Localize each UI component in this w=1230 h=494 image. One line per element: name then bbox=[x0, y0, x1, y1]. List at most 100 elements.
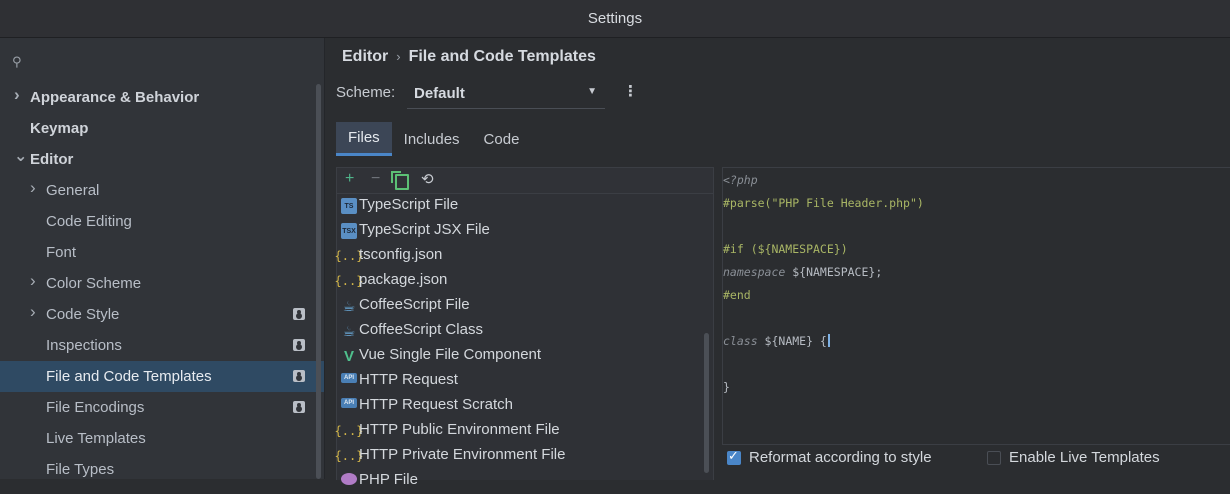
list-item-label: CoffeeScript File bbox=[359, 296, 470, 313]
list-item-label: TypeScript File bbox=[359, 196, 459, 213]
list-item-label: HTTP Request Scratch bbox=[359, 396, 513, 413]
list-item-label: HTTP Request bbox=[359, 371, 458, 388]
list-item[interactable]: {..} tsconfig.json bbox=[335, 244, 707, 269]
http-request-scratch-icon: API bbox=[341, 398, 357, 408]
sidebar-item-label: Editor bbox=[30, 151, 74, 168]
tab-files[interactable]: Files bbox=[336, 122, 392, 156]
sidebar-item-file-encodings[interactable]: File Encodings bbox=[0, 392, 324, 423]
sidebar-item-label: Code Editing bbox=[46, 213, 132, 230]
chevron-down-icon[interactable]: ⌄ bbox=[14, 146, 27, 166]
code-token: class bbox=[723, 334, 758, 348]
code-token: "PHP File Header.php" bbox=[771, 196, 917, 210]
typescript-jsx-file-icon: TSX bbox=[341, 223, 357, 239]
sidebar-item-file-types[interactable]: File Types bbox=[0, 454, 324, 485]
list-item[interactable]: {..} package.json bbox=[335, 269, 707, 294]
vue-file-icon: V bbox=[343, 347, 354, 365]
code-token: } bbox=[723, 380, 730, 394]
title-bar: Settings bbox=[0, 0, 1230, 38]
list-item[interactable]: ☕ CoffeeScript File bbox=[337, 294, 707, 319]
scheme-label: Scheme: bbox=[336, 84, 396, 101]
sidebar-item-keymap[interactable]: Keymap bbox=[0, 113, 324, 144]
copy-icon[interactable] bbox=[391, 171, 409, 190]
sidebar-item-appearance-behavior[interactable]: › Appearance & Behavior bbox=[0, 82, 324, 113]
sidebar-item-label: Appearance & Behavior bbox=[30, 89, 200, 106]
add-icon[interactable]: + bbox=[345, 170, 354, 188]
chevron-right-icon[interactable]: › bbox=[30, 302, 36, 322]
sidebar-item-code-style[interactable]: › Code Style bbox=[0, 299, 324, 330]
sidebar-item-file-and-code-templates[interactable]: File and Code Templates bbox=[0, 361, 324, 392]
sidebar-item-label: File and Code Templates bbox=[46, 368, 212, 385]
sidebar-item-inspections[interactable]: Inspections bbox=[0, 330, 324, 361]
list-item[interactable]: V Vue Single File Component bbox=[337, 344, 707, 369]
sidebar-item-live-templates[interactable]: Live Templates bbox=[0, 423, 324, 454]
list-scrollbar[interactable] bbox=[704, 333, 709, 473]
list-item[interactable]: TS TypeScript File bbox=[337, 194, 707, 219]
project-icon bbox=[293, 370, 305, 382]
tab-code[interactable]: Code bbox=[472, 122, 532, 156]
chevron-right-icon[interactable]: › bbox=[14, 85, 20, 105]
list-item-label: Vue Single File Component bbox=[359, 346, 542, 363]
remove-icon[interactable]: − bbox=[371, 170, 380, 188]
typescript-file-icon: TS bbox=[341, 198, 357, 214]
breadcrumb-separator-icon: › bbox=[396, 49, 401, 64]
sidebar-item-editor[interactable]: ⌄ Editor bbox=[0, 144, 324, 175]
sidebar-item-color-scheme[interactable]: › Color Scheme bbox=[0, 268, 324, 299]
list-item[interactable]: API HTTP Request Scratch bbox=[337, 394, 707, 419]
sidebar-item-label: Keymap bbox=[30, 120, 89, 137]
kebab-menu-icon[interactable]: ⋮ bbox=[623, 82, 638, 100]
list-item[interactable]: {..} HTTP Private Environment File bbox=[334, 444, 707, 469]
sidebar-item-label: File Encodings bbox=[46, 399, 145, 416]
sidebar-item-font[interactable]: Font bbox=[0, 237, 324, 268]
list-item-label: package.json bbox=[359, 271, 448, 288]
code-token: #if (${NAMESPACE}) bbox=[723, 242, 848, 256]
reformat-label: Reformat according to style bbox=[749, 449, 932, 466]
scheme-dropdown[interactable]: Default ▼ bbox=[407, 78, 605, 109]
list-item-label: HTTP Private Environment File bbox=[359, 446, 566, 463]
settings-search-input[interactable]: ⚲ bbox=[0, 38, 324, 80]
http-request-icon: API bbox=[341, 373, 357, 383]
list-item[interactable]: TSX TypeScript JSX File bbox=[337, 219, 707, 244]
sidebar-scrollbar[interactable] bbox=[316, 84, 321, 479]
list-item[interactable]: API HTTP Request bbox=[337, 369, 707, 394]
tab-includes[interactable]: Includes bbox=[392, 122, 472, 156]
main-panel: Editor › File and Code Templates Scheme: D… bbox=[325, 38, 1230, 488]
code-line: class ${NAME} { bbox=[723, 334, 830, 348]
reset-icon[interactable]: ⟲ bbox=[421, 170, 434, 188]
code-line: } bbox=[723, 380, 730, 394]
code-token: #parse( bbox=[723, 196, 772, 210]
chevron-down-icon: ▼ bbox=[587, 86, 597, 97]
json-file-icon: {..} bbox=[334, 449, 364, 463]
list-item-label: PHP File bbox=[359, 471, 418, 488]
checkbox-live-templates[interactable] bbox=[987, 451, 1001, 465]
text-caret bbox=[827, 334, 830, 347]
live-templates-label: Enable Live Templates bbox=[1009, 449, 1160, 466]
sidebar-item-code-editing[interactable]: Code Editing bbox=[0, 206, 324, 237]
code-token: namespace bbox=[723, 265, 786, 279]
settings-sidebar: ⚲ › Appearance & Behavior Keymap ⌄ Editor › Ge… bbox=[0, 38, 325, 479]
list-item[interactable]: ☕ CoffeeScript Class bbox=[337, 319, 707, 344]
list-item-label: tsconfig.json bbox=[359, 246, 443, 263]
list-item-label: TypeScript JSX File bbox=[359, 221, 490, 238]
code-line: #parse("PHP File Header.php") bbox=[723, 196, 924, 210]
list-toolbar: + − ⟲ bbox=[337, 168, 713, 194]
list-item[interactable]: PHP File bbox=[337, 469, 707, 494]
breadcrumb-parent[interactable]: Editor bbox=[342, 48, 388, 65]
project-icon bbox=[293, 339, 305, 351]
template-tabs: Files Includes Code bbox=[336, 122, 531, 156]
sidebar-item-general[interactable]: › General bbox=[0, 175, 324, 206]
breadcrumb-current: File and Code Templates bbox=[408, 48, 596, 65]
project-icon bbox=[293, 308, 305, 320]
sidebar-item-label: Code Style bbox=[46, 306, 120, 323]
chevron-right-icon[interactable]: › bbox=[30, 178, 36, 198]
code-token: ) bbox=[916, 196, 924, 210]
search-icon: ⚲ bbox=[12, 54, 22, 69]
list-item[interactable]: {..} HTTP Public Environment File bbox=[334, 419, 707, 444]
json-file-icon: {..} bbox=[334, 424, 364, 438]
checkbox-reformat[interactable] bbox=[727, 448, 741, 465]
template-code-editor[interactable]: <?php #parse("PHP File Header.php") #if ($… bbox=[722, 167, 1230, 445]
sidebar-item-label: File Types bbox=[46, 461, 115, 478]
chevron-right-icon[interactable]: › bbox=[30, 271, 36, 291]
coffeescript-file-icon: ☕ bbox=[342, 297, 356, 314]
sidebar-item-label: Live Templates bbox=[46, 430, 146, 447]
project-icon bbox=[293, 401, 305, 413]
